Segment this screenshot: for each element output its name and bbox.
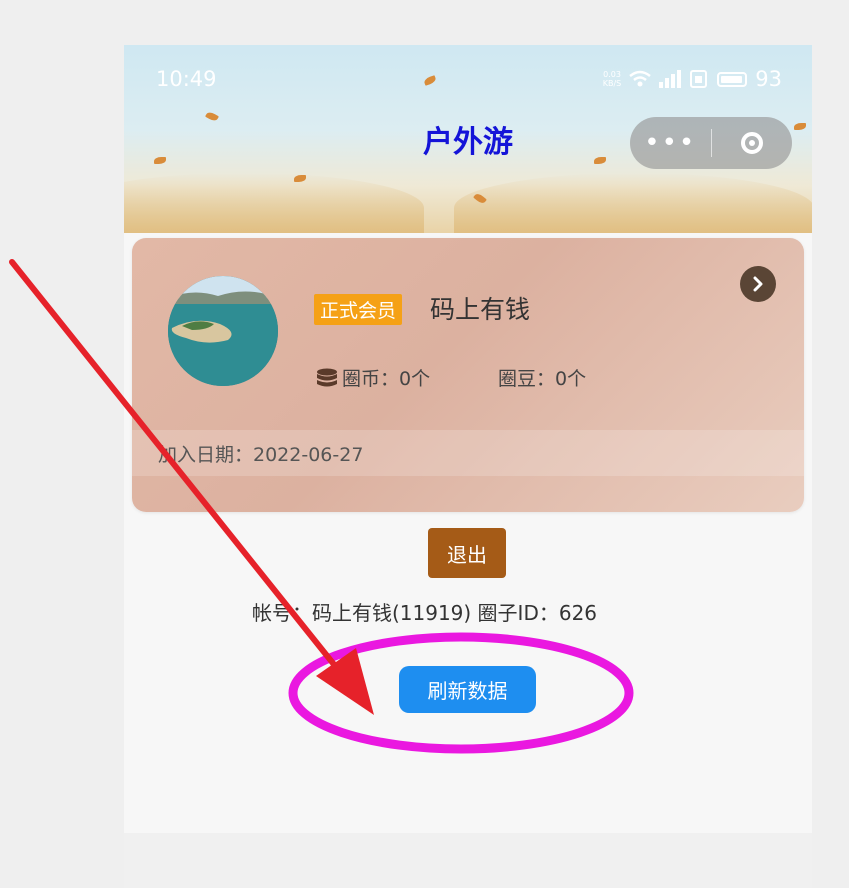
coins-stack-icon <box>317 368 337 386</box>
card-detail-button[interactable] <box>740 266 776 302</box>
avatar[interactable] <box>168 276 278 386</box>
account-info: 帐号：码上有钱(11919) 圈子ID：626 <box>251 601 598 625</box>
member-card[interactable]: 正式会员 码上有钱 圈币：0个 圈豆：0个 加入日期：2022-06-27 <box>132 238 804 512</box>
coins-label: 圈币：0个 <box>342 368 431 390</box>
leaf-decoration <box>423 75 437 86</box>
mini-program-capsule: ••• <box>630 117 792 169</box>
net-speed-indicator: 0.03 KB/S <box>603 70 622 88</box>
close-button[interactable] <box>712 132 793 154</box>
battery-level: 93 <box>755 67 782 91</box>
net-speed-value: 0.03 <box>603 70 621 79</box>
coins-info: 圈币：0个 <box>316 364 430 391</box>
header-grass-decoration <box>454 173 812 233</box>
wifi-icon <box>629 70 652 87</box>
close-ring-icon <box>740 132 763 154</box>
status-icons: 0.03 KB/S 93 <box>603 67 782 91</box>
beans-label: 圈豆：0个 <box>498 368 587 390</box>
header-grass-decoration <box>124 173 424 233</box>
logout-button[interactable]: 退出 <box>428 528 506 578</box>
user-nickname: 码上有钱 <box>430 295 531 324</box>
join-date: 加入日期：2022-06-27 <box>158 444 364 466</box>
net-speed-unit: KB/S <box>602 79 622 88</box>
more-dots-icon[interactable]: ••• <box>630 128 711 158</box>
sim-icon <box>690 70 708 88</box>
lake-avatar-image <box>168 276 278 386</box>
refresh-data-button[interactable]: 刷新数据 <box>399 666 536 713</box>
signal-icon <box>659 70 682 88</box>
member-badge: 正式会员 <box>314 294 403 325</box>
app-header: 10:49 0.03 KB/S 93 户外游 ••• <box>124 45 812 233</box>
chevron-right-icon <box>753 276 763 292</box>
status-time: 10:49 <box>156 67 217 91</box>
battery-icon <box>717 71 748 87</box>
bottom-area <box>124 833 812 888</box>
